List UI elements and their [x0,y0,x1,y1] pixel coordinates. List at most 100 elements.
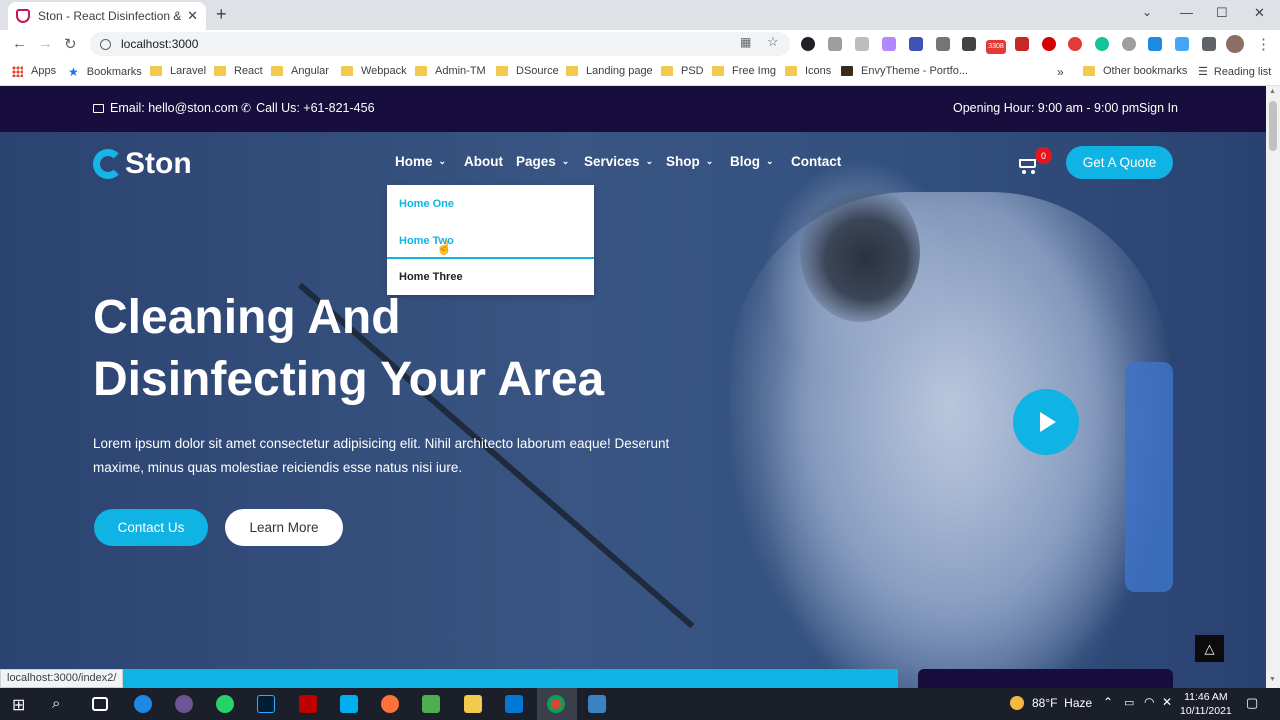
extension-icon-14[interactable] [1148,37,1162,51]
bookmark-webpack[interactable]: Webpack [341,65,407,77]
bookmark-free-img[interactable]: Free Img [712,65,776,77]
scrollbar-thumb[interactable] [1269,101,1277,151]
bookmark-dsource[interactable]: DSource [496,65,559,77]
reload-icon[interactable]: ↻ [64,35,77,53]
extension-icon-1[interactable] [801,37,815,51]
scroll-down-icon[interactable]: ▼ [1269,676,1276,683]
nav-contact[interactable]: Contact [791,154,841,169]
learn-more-button[interactable]: Learn More [225,509,343,546]
github-icon[interactable] [175,695,193,713]
folder-icon [785,66,797,76]
windows-taskbar: ⊞ ⌕ 88°F Haze ⌃ ▭ ◠ ✕ 11:46 AM 10/11/202… [0,688,1280,720]
bookmark-laravel[interactable]: Laravel [150,65,206,77]
mute-speaker-icon[interactable]: ✕ [1162,695,1172,709]
browser-tab[interactable]: Ston - React Disinfection & Sanit ✕ [8,2,206,30]
scroll-to-top-button[interactable]: △ [1195,635,1224,662]
bookmark-landing-page[interactable]: Landing page [566,65,653,77]
page-scrollbar[interactable]: ▲ ▼ [1266,86,1280,688]
extension-icon-9[interactable] [1015,37,1029,51]
browser-tab-strip: Ston - React Disinfection & Sanit ✕ + ⌄ … [0,0,1280,30]
chrome-icon[interactable] [547,695,565,713]
vscode-icon[interactable] [505,695,523,713]
bookmarks-overflow-icon[interactable]: » [1057,65,1064,79]
extension-icon-5[interactable] [909,37,923,51]
skype-icon[interactable] [340,695,358,713]
play-video-button[interactable] [1013,389,1079,455]
whatsapp-icon[interactable] [216,695,234,713]
system-clock[interactable]: 11:46 AM 10/11/2021 [1180,690,1232,718]
bookmark-angular[interactable]: Angular [271,65,329,77]
home-dropdown-menu: Home One Home Two Home Three [387,185,594,295]
bookmark-envytheme[interactable]: EnvyTheme - Portfo... [841,65,968,77]
opera-extension-icon[interactable] [1042,37,1056,51]
file-explorer-icon[interactable] [464,695,482,713]
dropdown-home-one[interactable]: Home One [399,198,454,210]
dropdown-home-three[interactable]: Home Three [399,271,463,283]
nav-home[interactable]: Home ⌄ [395,154,446,169]
eyedropper-extension-icon[interactable] [936,37,950,51]
chevron-down-icon: ⌄ [766,156,774,166]
nav-about[interactable]: About [464,154,503,169]
wifi-icon[interactable]: ◠ [1144,695,1154,709]
bookmark-react[interactable]: React [214,65,263,77]
tab-search-icon[interactable]: ⌄ [1142,5,1152,19]
bookmark-star-icon[interactable]: ☆ [767,34,779,50]
battery-icon[interactable]: ▭ [1124,696,1134,709]
puzzle-extensions-icon[interactable] [1202,37,1216,51]
close-tab-icon[interactable]: ✕ [187,8,198,24]
search-icon[interactable]: ⌕ [52,695,70,713]
new-tab-icon[interactable]: + [216,4,227,25]
get-quote-button[interactable]: Get A Quote [1066,146,1173,179]
bookmark-icons[interactable]: Icons [785,65,831,77]
adblock-extension-icon[interactable] [1068,37,1082,51]
extension-icon-15[interactable] [1175,37,1189,51]
bookmark-psd[interactable]: PSD [661,65,704,77]
tab-title: Ston - React Disinfection & Sanit [38,9,182,23]
forward-arrow-icon[interactable]: → [38,35,53,52]
address-url: localhost:3000 [121,37,199,51]
reading-list[interactable]: ☰ Reading list [1198,65,1271,79]
topbar-phone[interactable]: ✆ Call Us: +61-821-456 [241,101,375,115]
weather-widget[interactable]: 88°F Haze [1010,696,1092,710]
contact-us-button[interactable]: Contact Us [94,509,208,546]
extension-icon-13[interactable] [1122,37,1136,51]
nav-pages[interactable]: Pages ⌄ [516,154,569,169]
site-info-icon[interactable] [100,38,111,50]
extension-icon-2[interactable] [828,37,842,51]
bookmark-apps[interactable]: Apps [12,65,56,77]
photoshop-icon[interactable] [257,695,275,713]
grammarly-extension-icon[interactable] [1095,37,1109,51]
extension-icon-7[interactable] [962,37,976,51]
windows-start-icon[interactable]: ⊞ [12,695,30,714]
profile-avatar[interactable] [1226,35,1244,53]
maximize-icon[interactable]: ☐ [1216,5,1228,21]
tray-chevron-up-icon[interactable]: ⌃ [1103,695,1113,709]
minimize-icon[interactable]: — [1180,5,1193,20]
remote-desktop-icon[interactable] [588,695,606,713]
filezilla-icon[interactable] [299,695,317,713]
edge-icon[interactable] [134,695,152,713]
nav-blog[interactable]: Blog ⌄ [730,154,774,169]
scroll-up-icon[interactable]: ▲ [1269,88,1276,95]
notification-icon[interactable]: ▢ [1246,695,1258,711]
nav-shop[interactable]: Shop ⌄ [666,154,713,169]
bookmark-bookmarks[interactable]: ★ Bookmarks [68,65,142,79]
notepad-plus-icon[interactable] [422,695,440,713]
firefox-icon[interactable] [381,695,399,713]
bookmark-admin-tm[interactable]: Admin-TM [415,65,486,77]
bookmarks-bar: Apps ★ Bookmarks Laravel React Angular We… [0,58,1280,86]
chrome-menu-icon[interactable]: ⋮ [1256,35,1271,53]
close-window-icon[interactable]: ✕ [1254,5,1265,21]
qr-code-icon[interactable]: ▦ [740,35,751,49]
pen-extension-icon[interactable] [882,37,896,51]
nav-services[interactable]: Services ⌄ [584,154,653,169]
task-view-icon[interactable] [92,697,108,711]
signin-link[interactable]: Sign In [1139,101,1178,115]
address-bar[interactable]: localhost:3000 ▦ ☆ [90,32,790,56]
bookmark-other[interactable]: Other bookmarks [1083,65,1187,77]
camera-extension-icon[interactable] [855,37,869,51]
back-arrow-icon[interactable]: ← [12,35,27,52]
site-logo[interactable]: Ston [93,147,192,181]
extension-badge[interactable]: 3308 [986,40,1006,54]
topbar-email[interactable]: Email: hello@ston.com [93,101,238,115]
